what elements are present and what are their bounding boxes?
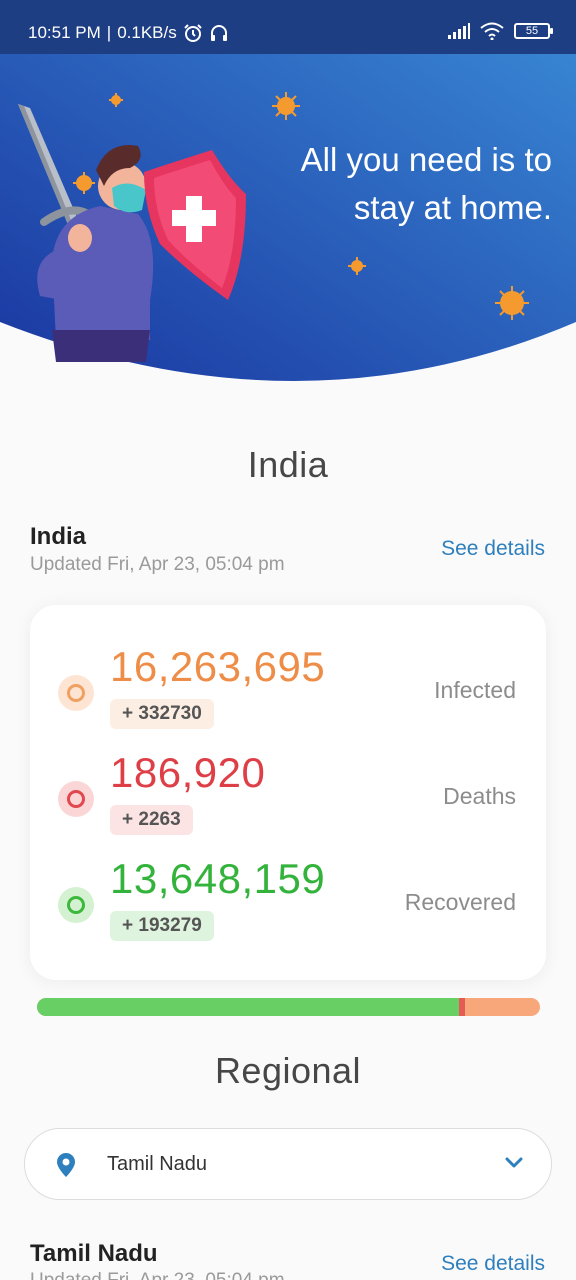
case-distribution-bar — [37, 998, 540, 1016]
status-separator: | — [106, 23, 112, 42]
country-updated-time: Updated Fri, Apr 23, 05:04 pm — [30, 554, 285, 575]
region-see-details-link[interactable]: See details — [441, 1252, 545, 1276]
tagline-line-2: stay at home. — [353, 189, 552, 226]
infected-value: 16,263,695 — [110, 643, 326, 690]
status-bar: 10:51 PM | 0.1KB/s 55 — [0, 0, 576, 54]
recovered-label: Recovered — [404, 889, 516, 915]
status-speed: 0.1KB/s — [117, 23, 177, 42]
country-see-details-link[interactable]: See details — [441, 537, 545, 561]
battery-icon: 55 — [514, 23, 553, 39]
wifi-icon — [480, 22, 504, 40]
regional-section-title: Regional — [214, 1050, 362, 1091]
deaths-stat: 186,920 + 2263 Deaths — [30, 749, 546, 845]
region-select-value: Tamil Nadu — [107, 1153, 208, 1175]
country-name: India — [30, 523, 87, 550]
deaths-segment — [459, 998, 465, 1016]
infected-dot-icon — [58, 675, 94, 711]
recovered-stat: 13,648,159 + 193279 Recovered — [30, 855, 546, 951]
region-updated-time: Updated Fri, Apr 23, 05:04 pm — [30, 1270, 285, 1280]
banner-tagline: All you need is to stay at home. — [222, 136, 552, 232]
recovered-value: 13,648,159 — [110, 855, 326, 902]
stats-card: 16,263,695 + 332730 Infected 186,920 + 2… — [30, 605, 546, 980]
deaths-label: Deaths — [443, 783, 516, 809]
recovered-segment — [37, 998, 460, 1016]
recovered-delta-badge: + 193279 — [110, 911, 214, 941]
header-banner: All you need is to stay at home. — [0, 0, 576, 400]
location-pin-icon — [57, 1153, 75, 1177]
infected-stat: 16,263,695 + 332730 Infected — [30, 643, 546, 739]
india-section-title: India — [247, 444, 329, 485]
headset-icon — [210, 25, 227, 41]
infected-label: Infected — [434, 677, 516, 703]
infected-delta-badge: + 332730 — [110, 699, 214, 729]
deaths-dot-icon — [58, 781, 94, 817]
alarm-icon — [184, 24, 202, 42]
region-name: Tamil Nadu — [30, 1240, 158, 1267]
status-time: 10:51 PM — [28, 23, 101, 42]
chevron-down-icon — [505, 1157, 523, 1168]
tagline-line-1: All you need is to — [300, 141, 552, 178]
signal-icon — [448, 23, 470, 39]
region-select[interactable]: Tamil Nadu — [24, 1128, 552, 1200]
deaths-value: 186,920 — [110, 749, 266, 796]
recovered-dot-icon — [58, 887, 94, 923]
deaths-delta-badge: + 2263 — [110, 805, 193, 835]
